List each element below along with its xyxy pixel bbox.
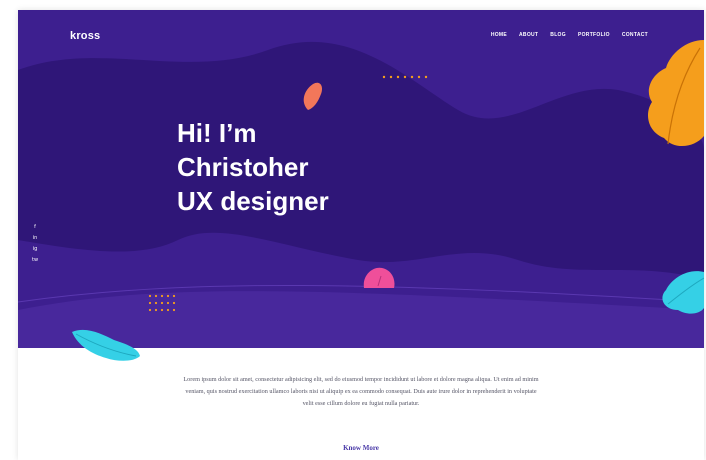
intro-text-block: Lorem ipsum dolor sit amet, consectetur … [18,374,704,410]
orange-leaf-shape [648,40,704,147]
main-nav: HOME ABOUT BLOG PORTFOLIO CONTACT [491,32,648,38]
facebook-icon[interactable]: f [32,224,38,230]
instagram-icon[interactable]: ig [32,246,38,252]
headline-line-2: Christoher [177,152,309,182]
hero-headline: Hi! I’m Christoher UX designer [177,116,329,218]
cyan-leaf-bottom-shape [72,329,140,361]
hero-background-art [18,40,704,348]
linkedin-icon[interactable]: in [32,235,38,241]
social-links: f in ig tw [32,224,38,263]
nav-blog[interactable]: BLOG [550,32,566,38]
wave-blob [18,41,704,280]
cyan-leaf-shape [662,271,704,314]
twitter-icon[interactable]: tw [32,257,38,263]
intro-paragraph: Lorem ipsum dolor sit amet, consectetur … [183,376,539,407]
pink-mushroom-shape [363,267,395,288]
know-more-link[interactable]: Know More [18,444,704,452]
nav-contact[interactable]: CONTACT [622,32,648,38]
headline-line-3: UX designer [177,186,329,216]
headline-line-1: Hi! I’m [177,118,257,148]
nav-about[interactable]: ABOUT [519,32,538,38]
hero-section: kross HOME ABOUT BLOG PORTFOLIO CONTACT … [18,10,704,348]
nav-portfolio[interactable]: PORTFOLIO [578,32,610,38]
page-frame: kross HOME ABOUT BLOG PORTFOLIO CONTACT … [18,10,704,460]
site-logo[interactable]: kross [70,30,100,42]
nav-home[interactable]: HOME [491,32,507,38]
